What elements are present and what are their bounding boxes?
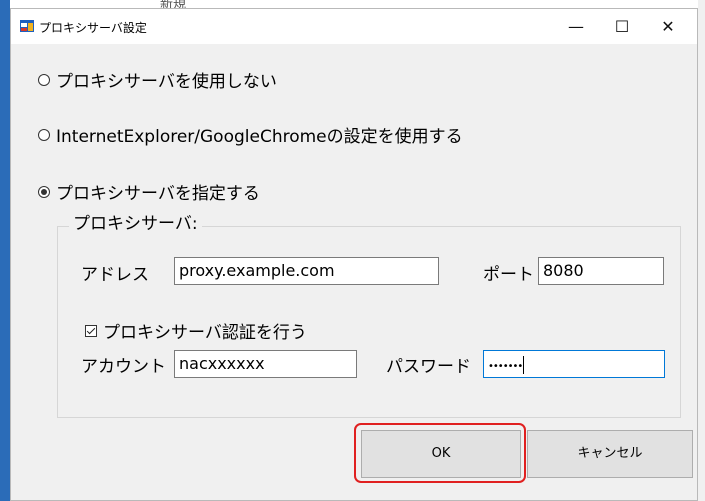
auth-checkbox[interactable]: [85, 324, 97, 337]
account-input[interactable]: nacxxxxxx: [174, 350, 357, 378]
account-value: nacxxxxxx: [179, 354, 265, 373]
background-window-edge: [0, 0, 10, 501]
address-value: proxy.example.com: [179, 261, 335, 280]
app-icon: [20, 20, 34, 32]
title-bar[interactable]: プロキシサーバ設定 — ☐ ✕: [11, 9, 697, 44]
radio-specify-proxy-circle[interactable]: [38, 185, 50, 198]
address-label: アドレス: [81, 265, 149, 285]
background-window-top: 新規: [10, 0, 705, 12]
radio-no-proxy[interactable]: プロキシサーバを使用しない: [38, 67, 277, 92]
text-caret: [523, 355, 525, 374]
port-label: ポート: [483, 265, 534, 285]
radio-no-proxy-circle[interactable]: [38, 73, 50, 86]
account-label: アカウント: [81, 357, 166, 377]
password-label: パスワード: [386, 357, 471, 377]
password-input[interactable]: •••••••: [483, 350, 665, 378]
maximize-button[interactable]: ☐: [599, 9, 645, 44]
radio-use-browser-circle[interactable]: [38, 128, 50, 141]
radio-specify-proxy[interactable]: プロキシサーバを指定する: [38, 179, 260, 204]
password-masked-value: •••••••: [488, 361, 523, 372]
auth-checkbox-label: プロキシサーバ認証を行う: [103, 323, 307, 343]
close-button[interactable]: ✕: [645, 9, 691, 44]
radio-use-browser-settings[interactable]: InternetExplorer/GoogleChromeの設定を使用する: [38, 122, 463, 147]
radio-use-browser-label: InternetExplorer/GoogleChromeの設定を使用する: [56, 127, 463, 147]
port-input[interactable]: 8080: [538, 257, 664, 285]
address-input[interactable]: proxy.example.com: [174, 257, 439, 285]
window-title: プロキシサーバ設定: [39, 21, 147, 35]
radio-no-proxy-label: プロキシサーバを使用しない: [56, 72, 277, 92]
minimize-button[interactable]: —: [553, 9, 599, 44]
cancel-button[interactable]: キャンセル: [527, 430, 693, 478]
background-right-edge: [698, 0, 705, 501]
proxy-server-group-title: プロキシサーバ:: [69, 209, 202, 234]
ok-button-highlight: [354, 423, 526, 483]
radio-specify-proxy-label: プロキシサーバを指定する: [56, 184, 260, 204]
auth-checkbox-row[interactable]: プロキシサーバ認証を行う: [85, 318, 307, 343]
port-value: 8080: [543, 261, 584, 280]
proxy-settings-dialog: プロキシサーバ設定 — ☐ ✕ プロキシサーバを使用しない InternetEx…: [10, 8, 698, 501]
